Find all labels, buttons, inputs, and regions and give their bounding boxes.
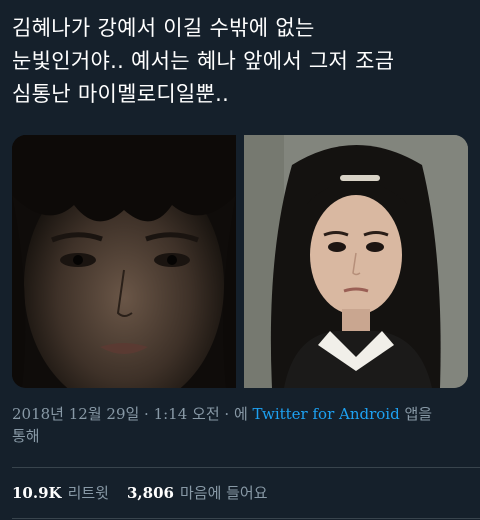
tweet-timestamp[interactable]: 2018년 12월 29일 · 1:14 오전 · 에 bbox=[12, 405, 253, 423]
likes-stat[interactable]: 3,806 마음에 들어요 bbox=[127, 482, 268, 504]
retweets-stat[interactable]: 10.9K 리트윗 bbox=[12, 482, 109, 504]
tweet-media bbox=[12, 135, 468, 388]
retweets-label: 리트윗 bbox=[67, 484, 109, 502]
girl-portrait-image bbox=[244, 135, 468, 388]
tweet-text-line: 눈빛인거야.. 예서는 혜나 앞에서 그저 조금 bbox=[12, 49, 395, 73]
photo-right[interactable] bbox=[244, 135, 468, 388]
face-closeup-image bbox=[12, 135, 236, 388]
tweet[interactable]: 김혜나가 강예서 이길 수밖에 없는 눈빛인거야.. 예서는 혜나 앞에서 그저… bbox=[0, 0, 480, 520]
likes-label: 마음에 들어요 bbox=[179, 484, 268, 502]
divider bbox=[12, 518, 480, 519]
tweet-source-link[interactable]: Twitter for Android bbox=[253, 405, 400, 423]
divider bbox=[12, 467, 480, 468]
likes-count: 3,806 bbox=[126, 484, 174, 502]
tweet-stats: 10.9K 리트윗 3,806 마음에 들어요 bbox=[12, 482, 268, 504]
retweets-count: 10.9K bbox=[12, 484, 62, 502]
tweet-meta: 2018년 12월 29일 · 1:14 오전 · 에 Twitter for … bbox=[12, 403, 472, 447]
tweet-source-suffix-line2: 통해 bbox=[12, 427, 40, 445]
photo-left[interactable] bbox=[12, 135, 236, 388]
tweet-text: 김혜나가 강예서 이길 수밖에 없는 눈빛인거야.. 예서는 혜나 앞에서 그저… bbox=[12, 12, 472, 111]
tweet-text-line: 김혜나가 강예서 이길 수밖에 없는 bbox=[12, 16, 315, 40]
tweet-text-line: 심통난 마이멜로디일뿐.. bbox=[12, 82, 230, 106]
tweet-source-suffix: 앱을 bbox=[399, 405, 433, 423]
